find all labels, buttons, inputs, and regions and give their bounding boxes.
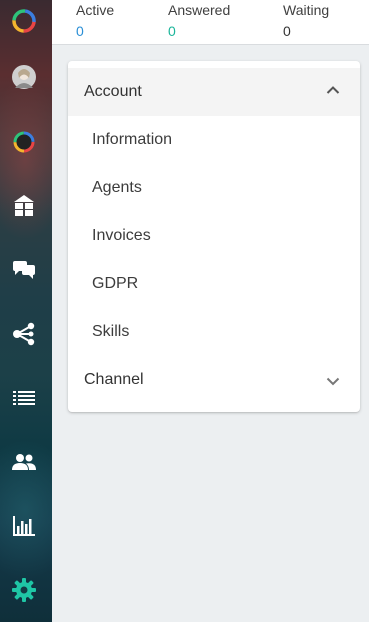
menu-item-information[interactable]: Information	[68, 116, 360, 164]
stat-active-label: Active	[76, 2, 115, 18]
account-section-label: Account	[84, 83, 142, 100]
menu-item-skills[interactable]: Skills	[68, 308, 360, 356]
stat-active: Active 0	[76, 2, 114, 40]
status-ring-icon[interactable]	[8, 126, 40, 158]
sidebar-nav	[0, 0, 52, 622]
stat-waiting-label: Waiting	[283, 2, 330, 18]
menu-item-gdpr[interactable]: GDPR	[68, 260, 360, 308]
account-section-header[interactable]: Account	[68, 68, 360, 116]
menu-item-label: GDPR	[92, 275, 139, 292]
stat-waiting-value: 0	[283, 23, 291, 39]
list-icon[interactable]	[8, 382, 40, 414]
menu-item-label: Agents	[92, 179, 142, 196]
stat-active-value: 0	[76, 23, 84, 39]
chevron-down-icon	[326, 377, 340, 386]
menu-item-label: Invoices	[92, 227, 151, 244]
menu-item-label: Skills	[92, 323, 130, 340]
ring-logo-icon[interactable]	[8, 5, 40, 37]
stat-waiting: Waiting 0	[283, 2, 329, 40]
menu-item-invoices[interactable]: Invoices	[68, 212, 360, 260]
chat-bubbles-icon[interactable]	[8, 254, 40, 286]
bar-chart-icon[interactable]	[8, 510, 40, 542]
stat-answered-value: 0	[168, 23, 176, 39]
dashboard-icon[interactable]	[8, 190, 40, 222]
channel-section-header[interactable]: Channel	[68, 356, 360, 404]
menu-item-agents[interactable]: Agents	[68, 164, 360, 212]
stat-answered-label: Answered	[168, 2, 231, 18]
people-icon[interactable]	[8, 446, 40, 478]
avatar[interactable]	[8, 61, 40, 93]
stat-answered: Answered 0	[168, 2, 230, 40]
menu-item-label: Information	[92, 131, 173, 148]
chevron-up-icon	[326, 86, 340, 94]
settings-menu-card: Account Information Agents Invoices GDPR…	[68, 61, 360, 412]
conversation-stats-bar: Active 0 Answered 0 Waiting 0	[52, 0, 369, 45]
channel-section-label: Channel	[84, 371, 144, 388]
share-icon[interactable]	[8, 318, 40, 350]
gear-icon[interactable]	[8, 574, 40, 606]
